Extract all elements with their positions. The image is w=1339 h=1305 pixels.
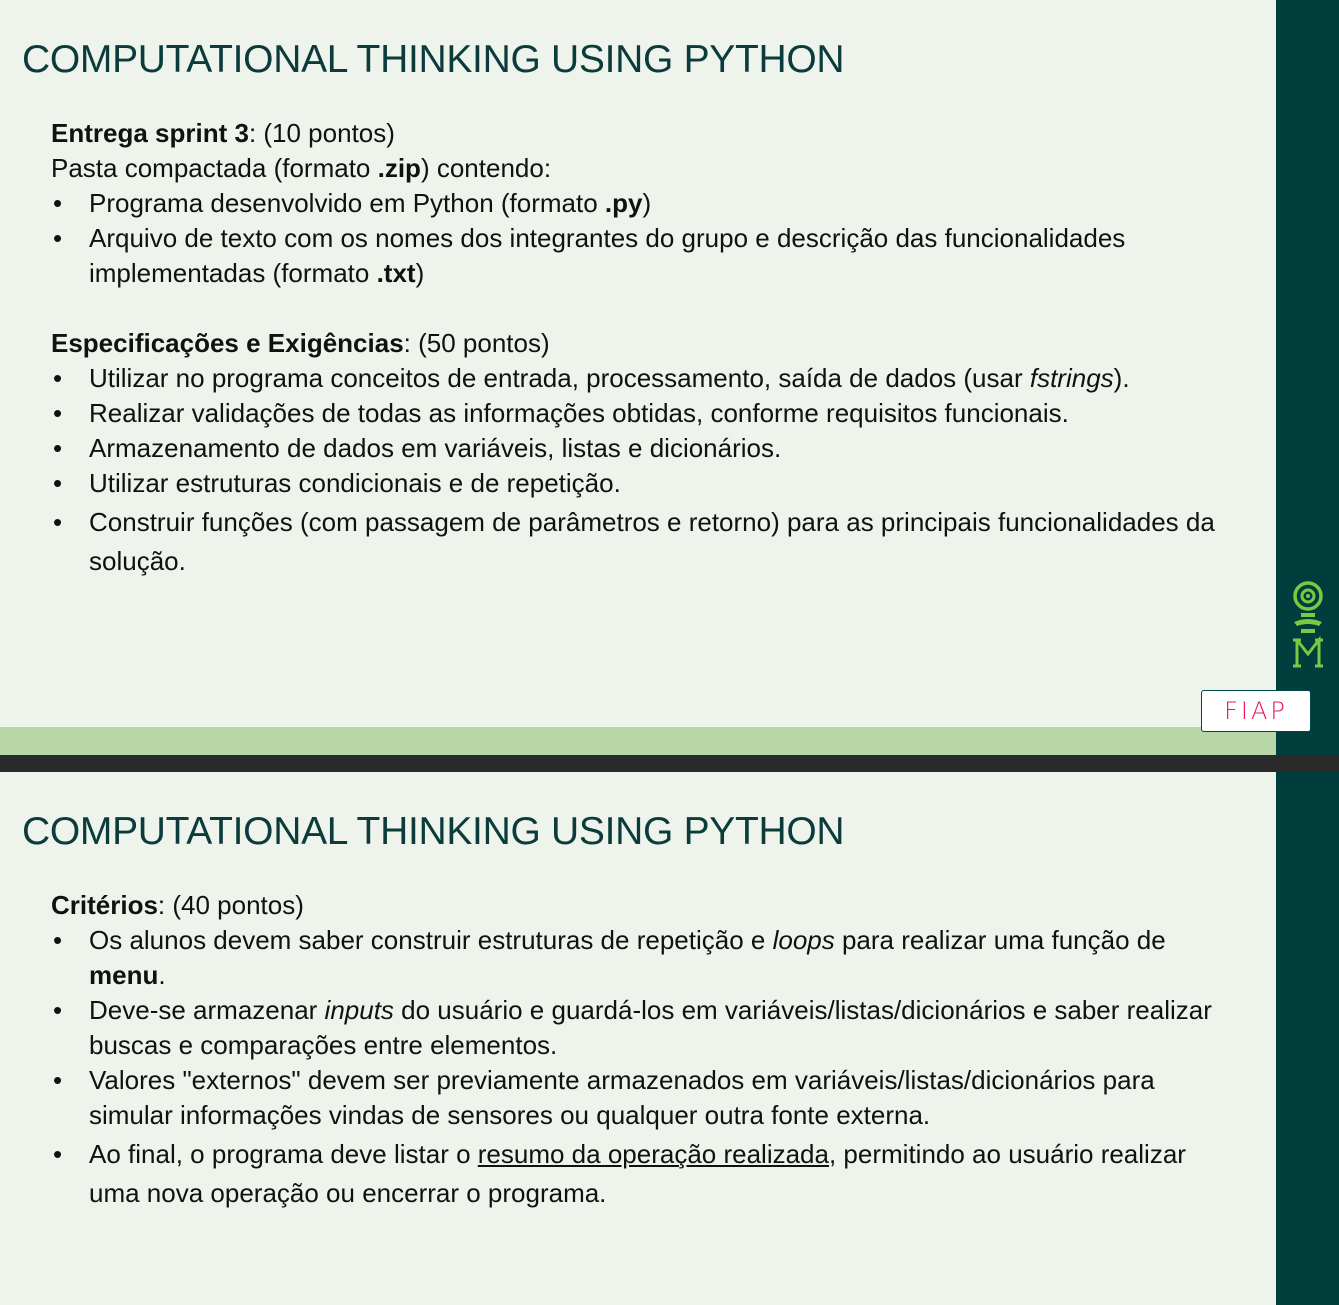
slide-sidebar [1276,772,1339,1305]
mascot-icon [1293,581,1323,668]
delivery-intro-text: Pasta compactada (formato [51,153,378,183]
list-item-text: Programa desenvolvido em Python (formato [89,188,605,218]
list-item-text: para realizar uma função de [834,925,1166,955]
specs-points: : (50 pontos) [403,328,550,358]
list-item-text: Os alunos devem saber construir estrutur… [89,925,773,955]
delivery-intro: Pasta compactada (formato .zip) contendo… [51,151,1231,186]
list-item-italic: loops [772,925,835,955]
list-item-text: Arquivo de texto com os nomes dos integr… [89,223,1126,288]
delivery-points: : (10 pontos) [248,118,395,148]
list-item: Utilizar no programa conceitos de entrad… [51,361,1231,396]
slide-2: COMPUTATIONAL THINKING USING PYTHON Crit… [0,772,1339,1305]
delivery-heading: Entrega sprint 3 [51,118,249,148]
slide-title: COMPUTATIONAL THINKING USING PYTHON [22,38,845,81]
list-item-format: .txt [376,258,416,288]
fiap-logo: FIAP [1201,690,1311,732]
criteria-heading-line: Critérios: (40 pontos) [51,888,1231,923]
specs-heading-line: Especificações e Exigências: (50 pontos) [51,326,1231,361]
slide-divider [0,755,1339,772]
slide-content: Entrega sprint 3: (10 pontos) Pasta comp… [51,116,1231,581]
list-item: Construir funções (com passagem de parâm… [51,503,1231,581]
list-item: Ao final, o programa deve listar o resum… [51,1135,1231,1213]
slide-footer-band [0,727,1276,755]
list-item-italic: inputs [324,995,394,1025]
list-item-suffix: ) [642,188,652,218]
specs-list: Utilizar no programa conceitos de entrad… [51,361,1231,581]
list-item-suffix: . [158,960,166,990]
list-item-text: Deve-se armazenar [89,995,325,1025]
criteria-list: Os alunos devem saber construir estrutur… [51,923,1231,1213]
list-item-bold: menu [89,960,159,990]
list-item-suffix: ) [415,258,425,288]
delivery-intro-format: .zip [377,153,421,183]
list-item-underline: resumo da operação realizada [477,1139,829,1169]
list-item-italic: fstrings [1029,363,1114,393]
criteria-heading: Critérios [51,890,158,920]
list-item: Realizar validações de todas as informaç… [51,396,1231,431]
list-item: Programa desenvolvido em Python (formato… [51,186,1231,221]
list-item: Arquivo de texto com os nomes dos integr… [51,221,1231,291]
list-item-suffix: ). [1113,363,1130,393]
slide-title: COMPUTATIONAL THINKING USING PYTHON [22,810,845,853]
list-item: Valores "externos" devem ser previamente… [51,1063,1231,1133]
criteria-points: : (40 pontos) [157,890,304,920]
list-item: Deve-se armazenar inputs do usuário e gu… [51,993,1231,1063]
list-item-text: Utilizar no programa conceitos de entrad… [89,363,1030,393]
list-item-format: .py [604,188,643,218]
delivery-list: Programa desenvolvido em Python (formato… [51,186,1231,291]
slide-1: COMPUTATIONAL THINKING USING PYTHON Entr… [0,0,1339,755]
delivery-intro-suffix: ) contendo: [420,153,552,183]
list-item: Os alunos devem saber construir estrutur… [51,923,1231,993]
list-item: Armazenamento de dados em variáveis, lis… [51,431,1231,466]
specs-heading: Especificações e Exigências [51,328,404,358]
list-item-text: Ao final, o programa deve listar o [89,1139,478,1169]
list-item: Utilizar estruturas condicionais e de re… [51,466,1231,501]
delivery-heading-line: Entrega sprint 3: (10 pontos) [51,116,1231,151]
slide-content: Critérios: (40 pontos) Os alunos devem s… [51,888,1231,1213]
